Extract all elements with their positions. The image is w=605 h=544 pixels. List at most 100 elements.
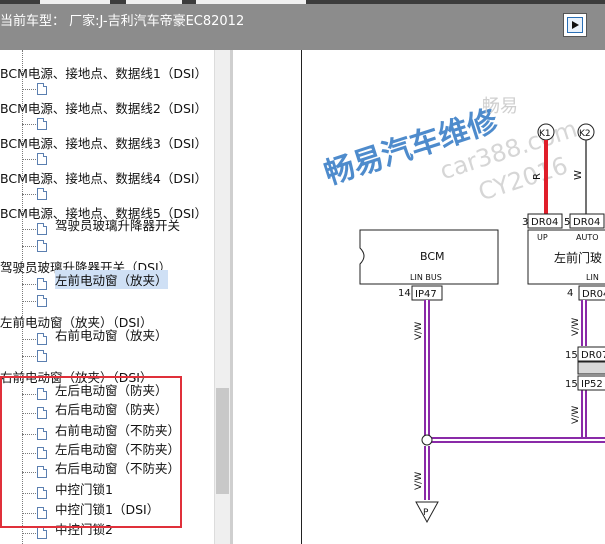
tree-branch-line: [22, 124, 36, 125]
tree-branch-line: [22, 159, 36, 160]
pin-4: 4: [567, 288, 573, 299]
tree-item[interactable]: 驾驶员玻璃升降器开关: [55, 215, 180, 234]
k1-label: K1: [539, 129, 551, 139]
diagram-margin: [233, 50, 302, 544]
tree-branch-line: [22, 472, 36, 473]
document-icon[interactable]: [37, 223, 47, 235]
connector-dr07-label: DR07: [581, 350, 605, 361]
document-icon[interactable]: [37, 118, 47, 130]
expand-button[interactable]: [563, 13, 587, 37]
wire-color-r: R: [532, 173, 543, 180]
module-lin-label: LIN: [586, 273, 599, 282]
tab-3[interactable]: [196, 0, 306, 4]
document-icon[interactable]: [37, 350, 47, 362]
document-icon[interactable]: [37, 407, 47, 419]
bcm-label: BCM: [420, 250, 445, 263]
title-bar: 当前车型： 厂家:J-吉利汽车帝豪EC82012: [0, 0, 605, 50]
document-icon[interactable]: [37, 428, 47, 440]
tree-branch-line: [22, 493, 36, 494]
module-label: 左前门玻: [554, 250, 602, 265]
pin-15-dr07: 15: [565, 350, 578, 361]
tree-item[interactable]: 左后电动窗（不防夹）: [55, 439, 180, 458]
connector-dr04-lin-label: DR04: [582, 289, 605, 300]
connector-dr04-up-label: DR04: [531, 217, 558, 228]
document-icon[interactable]: [37, 388, 47, 400]
tree-item[interactable]: 中控门锁1: [55, 479, 113, 498]
connector-ip52-label: IP52: [581, 379, 603, 390]
tree-branch-line: [22, 356, 36, 357]
pin-14: 14: [398, 288, 411, 299]
tree-branch-line: [22, 513, 36, 514]
tree-item[interactable]: BCM电源、接地点、数据线4（DSI）: [0, 168, 207, 187]
tab-strip: [0, 0, 605, 4]
document-icon[interactable]: [37, 466, 47, 478]
tree-item[interactable]: 右前电动窗（放夹）: [55, 325, 168, 344]
tree-item[interactable]: BCM电源、接地点、数据线1（DSI）: [0, 63, 207, 82]
wire-color-w: W: [573, 170, 584, 180]
wiring-diagram-panel: 畅易汽车维修 畅易 car388.com CY2016 K1 K2 R W 3 …: [302, 50, 605, 544]
current-model-title: 当前车型： 厂家:J-吉利汽车帝豪EC82012: [0, 14, 245, 29]
pin-3: 3: [522, 217, 528, 228]
up-label: UP: [537, 233, 548, 242]
document-icon[interactable]: [37, 487, 47, 499]
vertical-scrollbar[interactable]: [214, 50, 230, 544]
pin-15-ip52: 15: [565, 379, 578, 390]
wire-color-vw-2: V/W: [414, 472, 424, 490]
tab-1[interactable]: [40, 0, 110, 4]
tree-item[interactable]: 右前电动窗（不防夹）: [55, 420, 180, 439]
arrow-right-icon: [567, 17, 583, 33]
document-icon[interactable]: [37, 240, 47, 252]
document-icon[interactable]: [37, 333, 47, 345]
red-wire: [544, 140, 548, 214]
wire-color-vw-4: V/W: [571, 406, 581, 424]
tree-view: BCM电源、接地点、数据线1（DSI） BCM电源、接地点、数据线2（DSI） BC…: [0, 50, 214, 544]
tree-branch-line: [22, 301, 36, 302]
module-lin-wire-stripe: [583, 300, 585, 346]
connector-dr04-auto-label: DR04: [573, 217, 600, 228]
tab-2[interactable]: [126, 0, 182, 4]
wiring-diagram: 畅易汽车维修 畅易 car388.com CY2016 K1 K2 R W 3 …: [320, 96, 605, 524]
tree-item[interactable]: BCM电源、接地点、数据线3（DSI）: [0, 133, 207, 152]
pin-5: 5: [564, 217, 570, 228]
tree-item[interactable]: 中控门锁1（DSI）: [55, 499, 159, 518]
horizontal-lin-wire-stripe: [430, 439, 605, 441]
tree-branch-line: [22, 533, 36, 534]
lin-bus-label: LIN BUS: [410, 273, 442, 282]
document-icon[interactable]: [37, 295, 47, 307]
module-lin-wire-lower-stripe: [583, 390, 585, 440]
ground-wire-stripe: [426, 446, 428, 500]
tree-branch-line: [22, 284, 36, 285]
scrollbar-thumb[interactable]: [216, 388, 229, 494]
tree-branch-line: [22, 89, 36, 90]
tree-item[interactable]: 左前电动窗（放夹）: [55, 270, 168, 289]
tree-branch-line: [22, 194, 36, 195]
bcm-lin-wire-stripe: [426, 300, 428, 440]
tree-item[interactable]: 右后电动窗（不防夹）: [55, 458, 180, 477]
tree-item[interactable]: 中控门锁2: [55, 519, 113, 538]
tree-branch-line: [22, 246, 36, 247]
tree-item[interactable]: 右后电动窗（防夹）: [55, 399, 168, 418]
k2-label: K2: [579, 129, 591, 139]
document-icon[interactable]: [37, 83, 47, 95]
inline-connector-body: [577, 361, 605, 375]
tree-item[interactable]: BCM电源、接地点、数据线2（DSI）: [0, 98, 207, 117]
document-icon[interactable]: [37, 447, 47, 459]
auto-label: AUTO: [576, 233, 599, 242]
document-icon[interactable]: [37, 188, 47, 200]
document-icon[interactable]: [37, 278, 47, 290]
tree-branch-line: [22, 394, 36, 395]
tree-branch-line: [22, 434, 36, 435]
wire-color-vw-1: V/W: [414, 322, 424, 340]
document-icon[interactable]: [37, 507, 47, 519]
tree-panel: BCM电源、接地点、数据线1（DSI） BCM电源、接地点、数据线2（DSI） BC…: [0, 50, 214, 544]
splice-point: [421, 434, 433, 446]
tree-branch-line: [22, 453, 36, 454]
document-icon[interactable]: [37, 527, 47, 539]
tree-branch-line: [22, 339, 36, 340]
tree-branch-line: [22, 413, 36, 414]
tree-branch-line: [22, 229, 36, 230]
tree-item[interactable]: 左后电动窗（防夹）: [55, 380, 168, 399]
document-icon[interactable]: [37, 153, 47, 165]
connector-ip47-label: IP47: [415, 289, 437, 300]
ground-label: P: [423, 508, 429, 518]
